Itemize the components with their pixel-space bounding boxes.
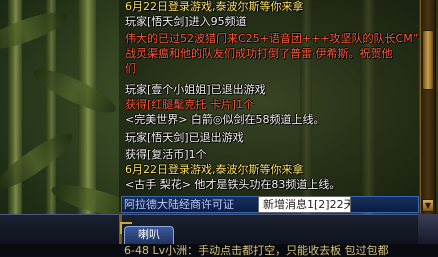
chat-message: 玩家[悟天剑]已退出游戏 bbox=[125, 131, 244, 144]
scroll-down-icon[interactable]: ▼ bbox=[422, 199, 434, 212]
frame-decoration bbox=[418, 214, 438, 244]
chat-message: 获得[复活币]1个 bbox=[125, 148, 207, 161]
chat-message: 战灵渠瘟和他的队友们成功打倒了普雷·伊希斯。祝贺他 bbox=[125, 47, 393, 60]
chat-message: <完美世界> 白箭◎似剑在58频道上线。 bbox=[125, 113, 325, 126]
new-message-tooltip[interactable]: 新增消息1[2]22天。 bbox=[258, 196, 351, 213]
tab-shout[interactable]: 喇叭 bbox=[124, 226, 174, 244]
chat-scrollbar[interactable] bbox=[420, 0, 436, 214]
chat-message: 6月22日登录游戏,泰波尔斯等你来拿 bbox=[125, 0, 304, 13]
chat-message: 伟大的已过52波猎门来C25+语音团+++攻坚队的队长CM” bbox=[125, 32, 419, 45]
chat-message: 6月22日登录游戏,泰波尔斯等你来拿 bbox=[125, 163, 304, 176]
chat-message: 玩家[壹个小姐姐]已退出游戏 bbox=[125, 83, 266, 96]
scroll-thumb[interactable] bbox=[422, 30, 434, 90]
leaf-decoration bbox=[29, 62, 121, 120]
chat-message: 们 bbox=[125, 62, 136, 75]
chat-message: 获得[红腿髦克托 卡片]1个 bbox=[125, 98, 255, 111]
shout-message: 6-48 Lv小洲：手动点击都打空，只能收去板 包过包都 bbox=[124, 245, 389, 256]
system-notice-text: 阿拉德大陆经商许可证 bbox=[124, 198, 234, 211]
chat-message: <古手 梨花> 他才是铁头功在83频道上线。 bbox=[125, 178, 341, 191]
chat-message: 玩家[悟天剑]进入95频道 bbox=[125, 15, 247, 28]
